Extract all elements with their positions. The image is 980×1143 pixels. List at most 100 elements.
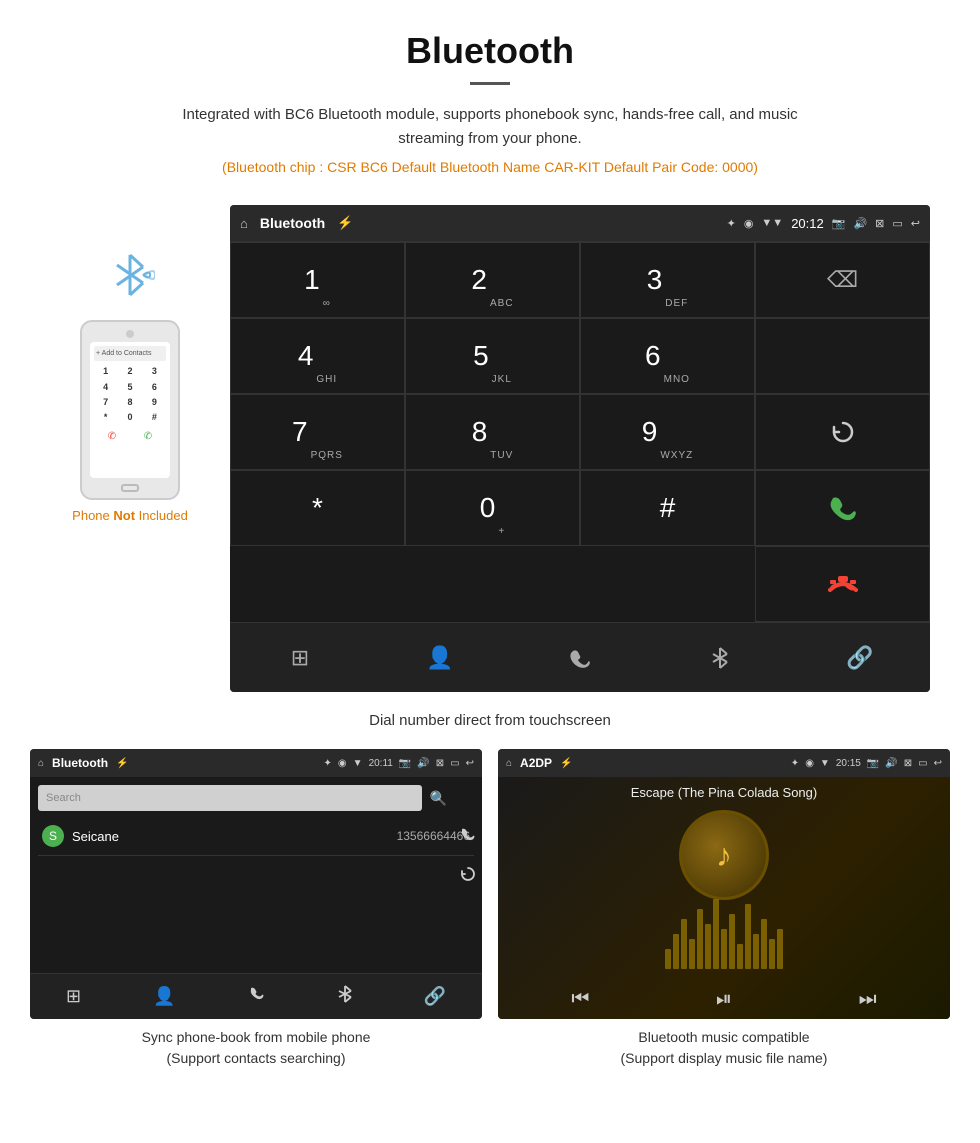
- contact-initial: S: [42, 825, 64, 847]
- music-topbar: ⌂ A2DP ⚡ ✦ ◉ ▼ 20:15 📷 🔊 ⊠ ▭ ↩: [498, 749, 950, 777]
- music-caption: Bluetooth music compatible (Support disp…: [498, 1027, 950, 1069]
- song-title: Escape (The Pina Colada Song): [631, 785, 817, 800]
- phonebook-caption: Sync phone-book from mobile phone (Suppo…: [30, 1027, 482, 1069]
- phonebook-caption-line2: (Support contacts searching): [30, 1048, 482, 1069]
- pb-win-icon[interactable]: ▭: [450, 758, 459, 769]
- music-win[interactable]: ▭: [918, 758, 927, 769]
- phonebook-topbar: ⌂ Bluetooth ⚡ ✦ ◉ ▼ 20:11 📷 🔊 ⊠ ▭ ↩: [30, 749, 482, 777]
- green-call-button[interactable]: [755, 470, 930, 546]
- empty-cell-1: [755, 318, 930, 394]
- pb-back-icon[interactable]: ↩: [466, 758, 474, 769]
- close-icon[interactable]: ⊠: [875, 217, 884, 230]
- search-placeholder: Search: [46, 792, 81, 804]
- usb-icon: ⚡: [337, 215, 353, 231]
- dial-8[interactable]: 8TUV: [405, 394, 580, 470]
- specs: (Bluetooth chip : CSR BC6 Default Blueto…: [20, 159, 960, 175]
- music-frame: ⌂ A2DP ⚡ ✦ ◉ ▼ 20:15 📷 🔊 ⊠ ▭ ↩: [498, 749, 950, 1019]
- phonebook-card: ⌂ Bluetooth ⚡ ✦ ◉ ▼ 20:11 📷 🔊 ⊠ ▭ ↩: [30, 749, 482, 1069]
- pb-bt-icon: ✦: [324, 758, 332, 769]
- nav-settings[interactable]: 🔗: [830, 633, 890, 683]
- contact-row[interactable]: S Seicane 13566664466: [38, 817, 474, 856]
- music-home-icon[interactable]: ⌂: [506, 758, 512, 769]
- equalizer-background: [498, 889, 950, 969]
- pb-cam-icon: 📷: [399, 758, 411, 769]
- pb-x-icon[interactable]: ⊠: [436, 758, 444, 769]
- pb-loc-icon: ◉: [338, 758, 347, 769]
- dial-6[interactable]: 6MNO: [580, 318, 755, 394]
- music-caption-line1: Bluetooth music compatible: [498, 1027, 950, 1048]
- dial-hash[interactable]: #: [580, 470, 755, 546]
- contact-number: 13566664466: [397, 829, 470, 843]
- phonebook-right-icons: [460, 827, 476, 887]
- album-art: ♪: [679, 810, 769, 900]
- music-bt-icon: ✦: [791, 758, 799, 769]
- back-icon[interactable]: ↩: [911, 217, 920, 230]
- pb-signal-icon: ▼: [353, 758, 363, 769]
- car-topbar: ⌂ Bluetooth ⚡ ✦ ◉ ▼▼ 20:12 📷 🔊 ⊠ ▭ ↩: [230, 205, 930, 241]
- pb-refresh-icon[interactable]: [460, 866, 476, 887]
- music-usb-icon: ⚡: [560, 758, 572, 769]
- dial-caption: Dial number direct from touchscreen: [0, 712, 980, 729]
- music-cam: 📷: [867, 758, 879, 769]
- music-x[interactable]: ⊠: [904, 758, 912, 769]
- signal-icon: ▼▼: [761, 217, 783, 229]
- dial-0[interactable]: 0+: [405, 470, 580, 546]
- dial-9[interactable]: 9WXYZ: [580, 394, 755, 470]
- contact-name: Seicane: [72, 829, 397, 844]
- backspace-button[interactable]: ⌫: [755, 242, 930, 318]
- music-back[interactable]: ↩: [934, 758, 942, 769]
- home-icon[interactable]: ⌂: [240, 216, 248, 231]
- pb-nav-phone[interactable]: [248, 985, 266, 1008]
- dial-4[interactable]: 4GHI: [230, 318, 405, 394]
- pb-vol-icon: 🔊: [417, 758, 429, 769]
- phonebook-caption-line1: Sync phone-book from mobile phone: [30, 1027, 482, 1048]
- description: Integrated with BC6 Bluetooth module, su…: [150, 103, 830, 151]
- dial-2[interactable]: 2ABC: [405, 242, 580, 318]
- volume-icon: 🔊: [853, 217, 867, 230]
- search-bar[interactable]: Search: [38, 785, 422, 811]
- phonebook-body: Search 🔍 S Seicane 13566664466: [30, 777, 482, 1019]
- dial-5[interactable]: 5JKL: [405, 318, 580, 394]
- phonebook-bottom-nav: ⊞ 👤: [30, 973, 482, 1019]
- refresh-button[interactable]: [755, 394, 930, 470]
- play-pause-button[interactable]: ⏯: [716, 988, 732, 1011]
- pb-nav-bt[interactable]: [338, 984, 352, 1009]
- music-loc-icon: ◉: [805, 758, 814, 769]
- phone-not-included-label: Phone Not Included: [72, 508, 188, 523]
- dialpad: 1∞ 2ABC 3DEF ⌫ 4GHI 5JKL 6MNO 7PQRS 8TUV…: [230, 241, 930, 622]
- music-time: 20:15: [836, 758, 861, 769]
- nav-bluetooth[interactable]: [690, 633, 750, 683]
- dial-3[interactable]: 3DEF: [580, 242, 755, 318]
- dial-star[interactable]: *: [230, 470, 405, 546]
- car-screen-title: Bluetooth: [260, 215, 325, 231]
- music-signal: ▼: [820, 758, 830, 769]
- window-icon[interactable]: ▭: [892, 217, 902, 230]
- dial-7[interactable]: 7PQRS: [230, 394, 405, 470]
- topbar-right: ✦ ◉ ▼▼ 20:12 📷 🔊 ⊠ ▭ ↩: [727, 216, 920, 231]
- location-icon: ◉: [744, 217, 754, 230]
- bluetooth-status-icon: ✦: [727, 217, 736, 230]
- pb-nav-grid[interactable]: ⊞: [66, 986, 81, 1007]
- phonebook-home-icon[interactable]: ⌂: [38, 758, 44, 769]
- pb-nav-person[interactable]: 👤: [153, 986, 175, 1007]
- nav-contacts[interactable]: 👤: [410, 633, 470, 683]
- dial-1[interactable]: 1∞: [230, 242, 405, 318]
- page-title: Bluetooth: [20, 30, 960, 72]
- phonebook-title: Bluetooth: [52, 756, 108, 770]
- nav-phone[interactable]: [550, 633, 610, 683]
- red-hangup-button[interactable]: [755, 546, 930, 622]
- music-card: ⌂ A2DP ⚡ ✦ ◉ ▼ 20:15 📷 🔊 ⊠ ▭ ↩: [498, 749, 950, 1069]
- title-divider: [470, 82, 510, 85]
- music-controls: ⏮ ⏯ ⏭: [498, 988, 950, 1011]
- pb-phone-icon[interactable]: [460, 827, 476, 848]
- search-icon[interactable]: 🔍: [430, 790, 447, 807]
- not-text: Not: [113, 508, 135, 523]
- phone-image: + Add to Contacts 123 456 789 *0# ✆ ✆: [80, 320, 180, 500]
- nav-dialpad[interactable]: ⊞: [270, 633, 330, 683]
- music-caption-line2: (Support display music file name): [498, 1048, 950, 1069]
- pb-nav-link[interactable]: 🔗: [424, 986, 446, 1007]
- bottom-screens: ⌂ Bluetooth ⚡ ✦ ◉ ▼ 20:11 📷 🔊 ⊠ ▭ ↩: [0, 749, 980, 1099]
- next-button[interactable]: ⏭: [859, 988, 877, 1011]
- music-note-icon: ♪: [716, 837, 732, 874]
- prev-button[interactable]: ⏮: [571, 988, 589, 1011]
